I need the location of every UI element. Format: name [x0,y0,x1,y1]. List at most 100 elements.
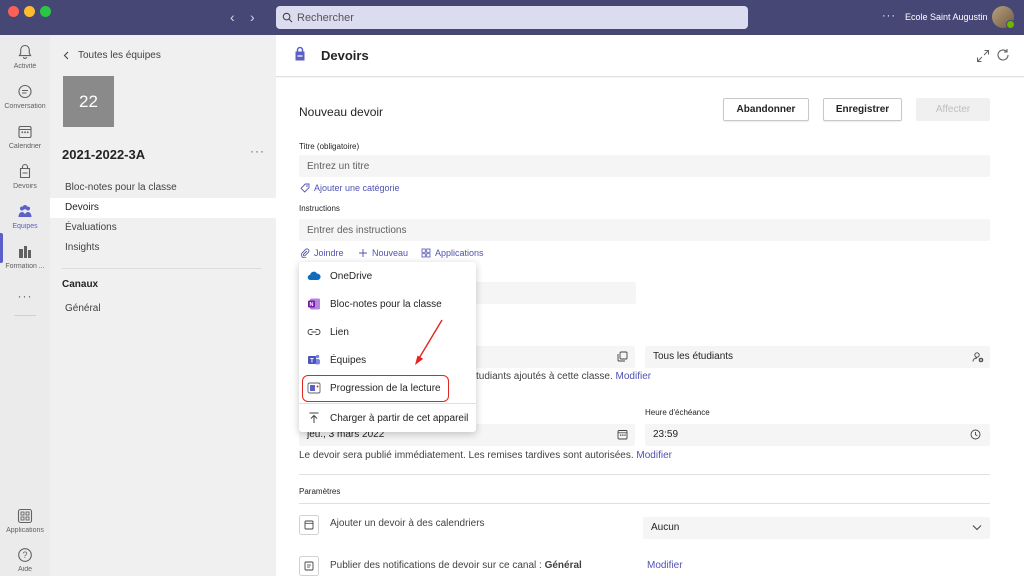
svg-text:T: T [310,358,314,364]
team-nav-item-bloc-notes[interactable]: Bloc-notes pour la classe [50,178,276,198]
menu-item-bloc-notes[interactable]: N Bloc-notes pour la classe [299,291,476,317]
attach-link[interactable]: Joindre [300,248,344,258]
settings-more-button[interactable]: ··· [882,10,896,22]
due-time-field[interactable]: 23:59 [645,424,990,446]
team-avatar-tile: 22 [63,76,114,127]
abandon-button[interactable]: Abandonner [723,98,809,121]
svg-text:N: N [310,302,314,308]
minimize-window-button[interactable] [24,6,35,17]
refresh-icon[interactable] [996,48,1010,62]
title-input[interactable] [299,155,990,177]
bell-icon [18,44,32,59]
add-person-icon[interactable] [972,351,984,363]
app-rail: Activité Conversation Calendrier Devoirs… [0,35,50,576]
settings-heading: Paramètres [299,487,341,496]
teams-icon: T [308,354,320,365]
clock-icon[interactable] [970,429,981,440]
class-select[interactable] [466,346,635,368]
menu-item-upload[interactable]: Charger à partir de cet appareil [299,405,476,431]
close-window-button[interactable] [8,6,19,17]
rail-item-more[interactable]: ··· [0,287,50,303]
applications-link[interactable]: Applications [421,248,484,258]
upload-icon [309,412,319,423]
channel-item-general[interactable]: Général [65,303,101,314]
rail-item-applications[interactable]: Applications [0,507,50,534]
calendar-setting-icon [299,515,319,535]
attach-menu: OneDrive N Bloc-notes pour la classe Lie… [299,262,476,432]
menu-divider [299,403,476,404]
rail-item-activite[interactable]: Activité [0,43,50,70]
form-heading: Nouveau devoir [299,105,384,119]
page-title: Devoirs [321,48,369,63]
add-category-link[interactable]: Ajouter une catégorie [300,183,400,193]
points-field[interactable] [466,282,636,304]
menu-item-progression-lecture[interactable]: Progression de la lecture [299,375,476,401]
team-nav: Bloc-notes pour la classe Devoirs Évalua… [50,178,276,258]
reading-progress-icon [307,382,321,394]
notification-setting-icon [299,556,319,576]
assignments-app-icon [290,45,310,65]
teams-icon [18,205,32,217]
help-icon: ? [18,548,32,562]
team-nav-item-evaluations[interactable]: Évaluations [50,218,276,238]
team-nav-item-devoirs[interactable]: Devoirs [50,198,276,218]
app-header: Devoirs [276,35,1024,77]
assign-button[interactable]: Affecter [916,98,990,121]
students-select[interactable]: Tous les étudiants [645,346,990,368]
channels-heading: Canaux [62,279,99,290]
rail-item-devoirs[interactable]: Devoirs [0,163,50,190]
menu-item-onedrive[interactable]: OneDrive [299,263,476,289]
assignments-icon [19,163,31,179]
team-divider [62,268,262,269]
new-link[interactable]: Nouveau [358,248,408,258]
zoom-window-button[interactable] [40,6,51,17]
rail-item-aide[interactable]: ? Aide [0,546,50,573]
instructions-input[interactable] [299,219,990,241]
team-name: 2021-2022-3A [62,147,146,162]
rail-item-equipes[interactable]: Équipes [0,203,50,230]
copy-icon[interactable] [617,351,628,362]
onedrive-icon [307,271,321,281]
modify-notification-link[interactable]: Modifier [647,560,683,571]
svg-text:?: ? [22,550,27,560]
search-icon [282,12,293,23]
back-to-all-teams-link[interactable]: Toutes les équipes [63,50,161,61]
modify-publish-link[interactable]: Modifier [636,450,672,461]
paperclip-icon [300,248,310,258]
chevron-left-icon [63,51,69,60]
section-divider [299,474,990,475]
rail-divider [14,315,36,316]
search-input[interactable] [297,11,727,24]
presence-status-icon [1006,20,1015,29]
expand-icon[interactable] [976,49,990,63]
menu-item-equipes[interactable]: T Équipes [299,347,476,373]
rail-item-conversation[interactable]: Conversation [0,83,50,110]
link-icon [307,329,321,335]
calendar-setting-select[interactable]: Aucun [643,517,990,539]
calendar-icon [18,125,32,139]
settings-divider [299,503,990,504]
formation-icon [19,246,31,258]
title-bar: ‹ › ··· Ecole Saint Augustin [0,0,1024,35]
title-label: Titre (obligatoire) [299,142,360,151]
publish-note: Le devoir sera publié immédiatement. Les… [299,450,672,461]
onenote-icon: N [308,298,320,310]
back-arrow-icon[interactable]: ‹ [230,9,235,25]
org-name[interactable]: Ecole Saint Augustin [905,12,988,22]
menu-item-lien[interactable]: Lien [299,319,476,345]
apps-grid-icon [421,248,431,258]
save-button[interactable]: Enregistrer [823,98,902,121]
calendar-picker-icon[interactable] [617,429,628,440]
chat-icon [18,84,32,99]
rail-item-calendrier[interactable]: Calendrier [0,123,50,150]
search-bar[interactable] [276,6,748,29]
modify-students-link[interactable]: Modifier [616,371,652,382]
forward-arrow-icon[interactable]: › [250,9,255,25]
team-more-button[interactable]: ··· [250,144,265,158]
instructions-label: Instructions [299,204,340,213]
apps-icon [17,508,33,524]
team-nav-item-insights[interactable]: Insights [50,238,276,258]
tag-icon [300,183,310,193]
rail-item-formation[interactable]: Formation ... [0,243,50,270]
notification-channel: Général [544,560,582,571]
